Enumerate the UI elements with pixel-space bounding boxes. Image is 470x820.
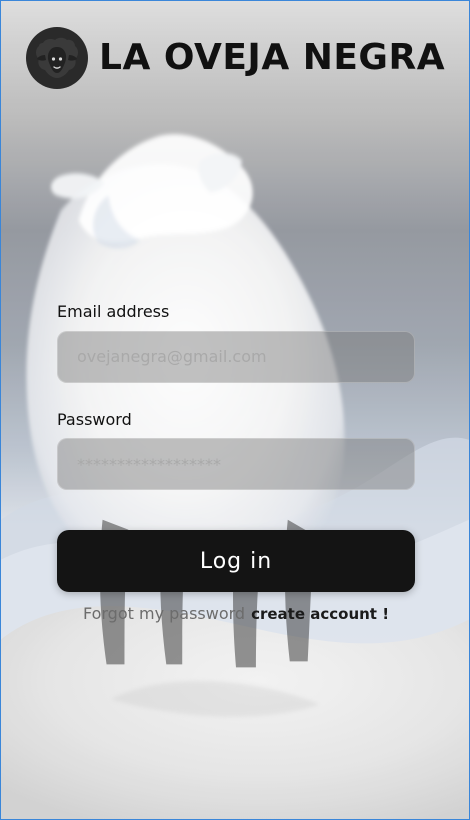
email-field-wrapper[interactable] (57, 330, 415, 383)
sheep-head-icon (26, 27, 88, 89)
email-field[interactable] (77, 347, 395, 367)
password-field[interactable] (77, 454, 395, 474)
password-field-wrapper[interactable] (57, 438, 415, 491)
account-links: Forgot my password create account ! (57, 604, 415, 623)
login-button[interactable]: Log in (57, 530, 415, 593)
email-label: Email address (57, 302, 170, 321)
brand-name: LA OVEJA NEGRA (99, 37, 446, 78)
create-account-link[interactable]: create account ! (251, 605, 389, 623)
forgot-password-link[interactable]: Forgot my password (83, 604, 245, 623)
password-label: Password (57, 409, 132, 429)
login-form: Email address Password Log in Forgot my … (57, 303, 415, 623)
brand-header: LA OVEJA NEGRA (25, 26, 445, 90)
login-screen: LA OVEJA NEGRA Email address Password Lo… (0, 0, 470, 820)
